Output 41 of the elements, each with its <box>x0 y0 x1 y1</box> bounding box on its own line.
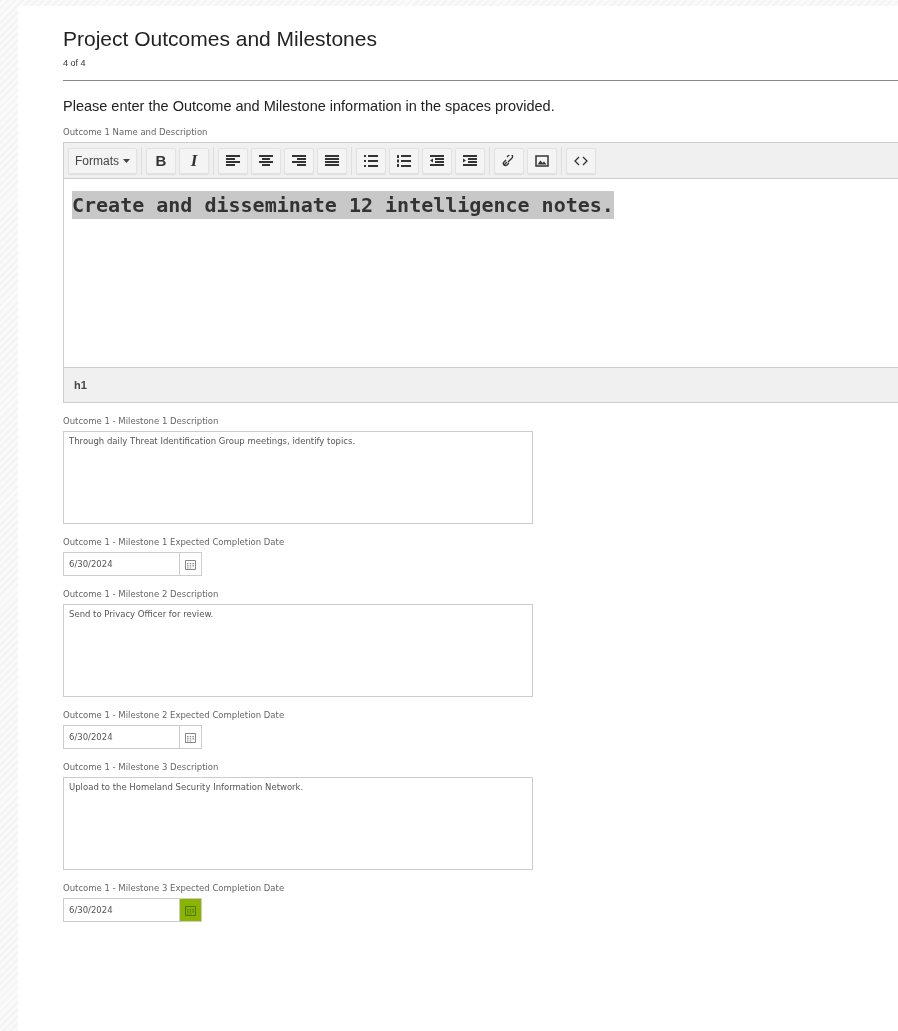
align-left-icon <box>226 154 240 167</box>
italic-button[interactable]: I <box>179 147 209 174</box>
numbered-list-button[interactable] <box>389 147 419 174</box>
align-right-icon <box>292 154 306 167</box>
link-icon <box>502 154 516 167</box>
bullet-list-icon <box>364 154 378 167</box>
indent-button[interactable] <box>455 147 485 174</box>
field-label: Outcome 1 - Milestone 2 Description <box>63 589 220 599</box>
image-button[interactable] <box>527 147 557 174</box>
outdent-button[interactable] <box>422 147 452 174</box>
field-label: Outcome 1 - Milestone 3 Description <box>63 762 220 772</box>
align-center-button[interactable] <box>251 147 281 174</box>
outdent-icon <box>430 154 444 167</box>
align-justify-icon <box>325 154 339 167</box>
formats-dropdown[interactable]: Formats <box>68 147 137 174</box>
align-right-button[interactable] <box>284 147 314 174</box>
code-icon <box>574 154 588 167</box>
caret-icon <box>123 158 130 163</box>
field-label: Outcome 1 Name and Description <box>63 127 209 137</box>
indent-icon <box>463 154 477 167</box>
editor-heading-text: Create and disseminate 12 intelligence notes. <box>72 191 614 219</box>
bullet-list-button[interactable] <box>356 147 386 174</box>
rich-text-editor[interactable]: Formats B I Create and disseminate 12 intelligence notes. h1 <box>63 142 898 403</box>
step-counter: 4 of 4 <box>63 58 87 68</box>
align-left-button[interactable] <box>218 147 248 174</box>
instruction-text: Please enter the Outcome and Milestone information in the spaces provided. <box>63 98 556 114</box>
align-justify-button[interactable] <box>317 147 347 174</box>
description-textarea[interactable]: Through daily Threat Identification Group meetings, identify topics. <box>63 431 533 524</box>
align-center-icon <box>259 154 273 167</box>
bold-button[interactable]: B <box>146 147 176 174</box>
description-textarea[interactable]: Upload to the Homeland Security Information Network. <box>63 777 533 870</box>
field-label: Outcome 1 - Milestone 1 Description <box>63 416 220 426</box>
field-label: Outcome 1 - Milestone 3 Expected Completion Date <box>63 883 286 893</box>
field-label: Outcome 1 - Milestone 2 Expected Completion Date <box>63 710 286 720</box>
numbered-list-icon <box>397 154 411 167</box>
description-textarea[interactable]: Send to Privacy Officer for review. <box>63 604 533 697</box>
image-icon <box>535 154 549 167</box>
page-title: Project Outcomes and Milestones <box>63 26 378 52</box>
link-button[interactable] <box>494 147 524 174</box>
field-label: Outcome 1 - Milestone 1 Expected Completion Date <box>63 537 286 547</box>
element-path: h1 <box>74 379 87 391</box>
